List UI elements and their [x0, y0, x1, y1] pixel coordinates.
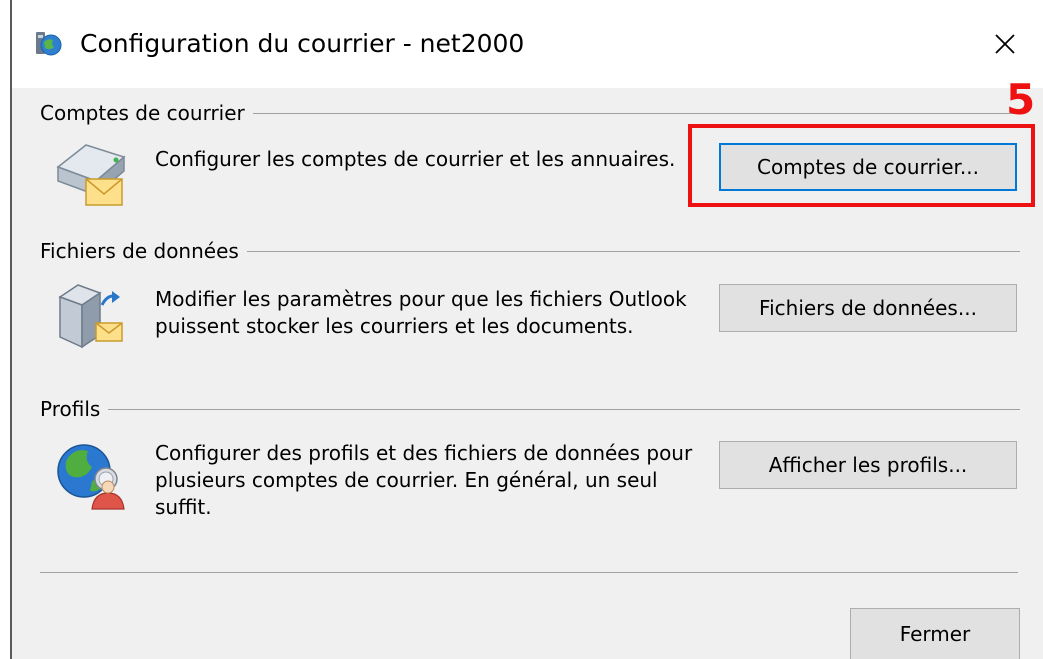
show-profiles-button[interactable]: Afficher les profils... — [719, 441, 1017, 489]
annotation-step-number: 5 — [1006, 75, 1036, 124]
data-files-button[interactable]: Fichiers de données... — [719, 284, 1017, 332]
section-title-accounts: Comptes de courrier — [40, 101, 245, 125]
title-bar: Configuration du courrier - net2000 — [12, 0, 1043, 88]
section-header-data-files: Fichiers de données — [40, 236, 1020, 266]
section-divider — [108, 408, 1020, 410]
section-divider — [252, 112, 1020, 114]
section-title-data-files: Fichiers de données — [40, 239, 239, 263]
profiles-description: Configurer des profils et des fichiers d… — [155, 441, 693, 519]
close-button[interactable]: Fermer — [850, 608, 1020, 659]
profiles-globe-icon — [57, 444, 125, 510]
close-icon — [995, 34, 1015, 54]
section-header-profiles: Profils — [40, 394, 1020, 424]
window-close-button[interactable] — [974, 14, 1036, 74]
data-files-description: Modifier les paramètres pour que les fic… — [155, 287, 687, 338]
data-files-icon — [58, 284, 123, 349]
mail-setup-dialog: Configuration du courrier - net2000 Comp… — [0, 0, 1043, 659]
window-title: Configuration du courrier - net2000 — [80, 29, 525, 58]
footer-divider — [40, 572, 1018, 573]
accounts-description: Configurer les comptes de courrier et le… — [155, 147, 676, 171]
annotation-highlight-box — [688, 124, 1035, 207]
mail-setup-app-icon — [36, 32, 62, 56]
background-window-edge — [0, 0, 12, 659]
mail-accounts-icon — [56, 144, 126, 206]
section-title-profiles: Profils — [40, 397, 101, 421]
section-divider — [246, 250, 1020, 252]
